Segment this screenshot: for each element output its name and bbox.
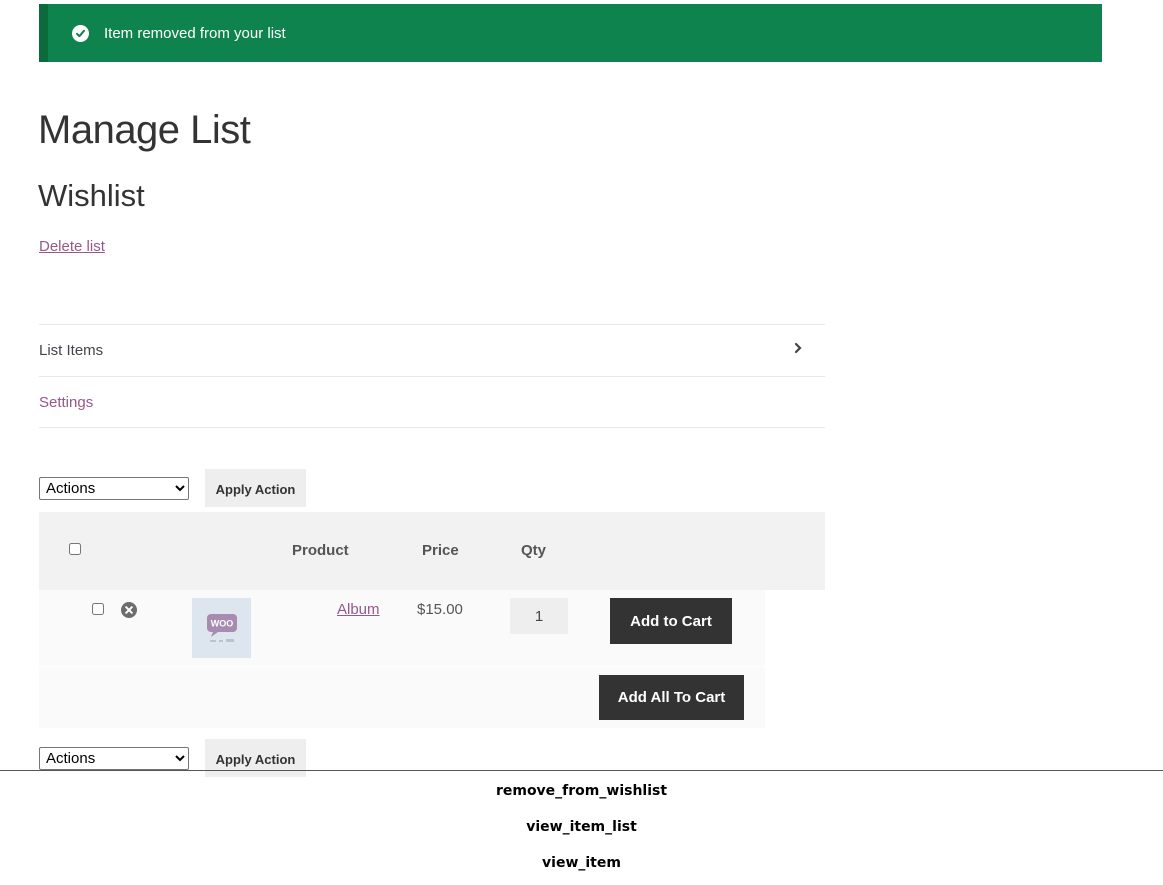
bulk-actions-select[interactable]: Actions	[39, 746, 189, 770]
column-product: Product	[292, 542, 349, 559]
product-link[interactable]: Album	[337, 601, 380, 618]
table-body: WOO Album $15.00 Add to Cart Add All To …	[39, 590, 765, 728]
add-to-cart-button[interactable]: Add to Cart	[610, 598, 732, 644]
tab-label: List Items	[39, 342, 104, 359]
page-title: Manage List	[38, 108, 251, 152]
delete-list-link[interactable]: Delete list	[39, 237, 105, 257]
tab-label: Settings	[39, 393, 94, 411]
add-all-to-cart-button[interactable]: Add All To Cart	[599, 675, 744, 720]
product-price: $15.00	[417, 601, 463, 618]
event-log: remove_from_wishlist view_item_list view…	[0, 771, 1163, 879]
apply-action-button[interactable]: Apply Action	[205, 469, 306, 507]
event-item: view_item	[542, 855, 621, 871]
event-item: remove_from_wishlist	[495, 783, 668, 799]
notice-text: Item removed from your list	[104, 24, 286, 42]
product-thumbnail[interactable]: WOO	[192, 598, 251, 658]
quantity-input[interactable]	[510, 598, 568, 634]
list-name: Wishlist	[38, 178, 145, 213]
table-header: Product Price Qty	[39, 512, 825, 590]
bulk-actions-select[interactable]: Actions	[39, 476, 189, 500]
tab-settings[interactable]: Settings	[39, 376, 825, 428]
select-all-checkbox[interactable]	[69, 543, 81, 555]
row-divider	[39, 666, 765, 667]
svg-text:WOO: WOO	[210, 619, 233, 629]
column-qty: Qty	[521, 542, 547, 559]
woo-logo-icon: WOO	[206, 614, 237, 642]
row-checkbox[interactable]	[92, 603, 104, 615]
event-item: view_item_list	[526, 819, 637, 835]
column-price: Price	[422, 542, 459, 559]
success-notice: Item removed from your list	[39, 4, 1102, 62]
check-circle-icon	[72, 24, 89, 42]
bulk-actions-top: Actions Apply Action	[39, 469, 306, 507]
tab-list-items[interactable]: List Items	[39, 324, 825, 376]
list-tabs: List Items Settings	[39, 324, 825, 428]
chevron-right-icon	[793, 341, 803, 359]
remove-item-icon[interactable]	[121, 602, 137, 623]
